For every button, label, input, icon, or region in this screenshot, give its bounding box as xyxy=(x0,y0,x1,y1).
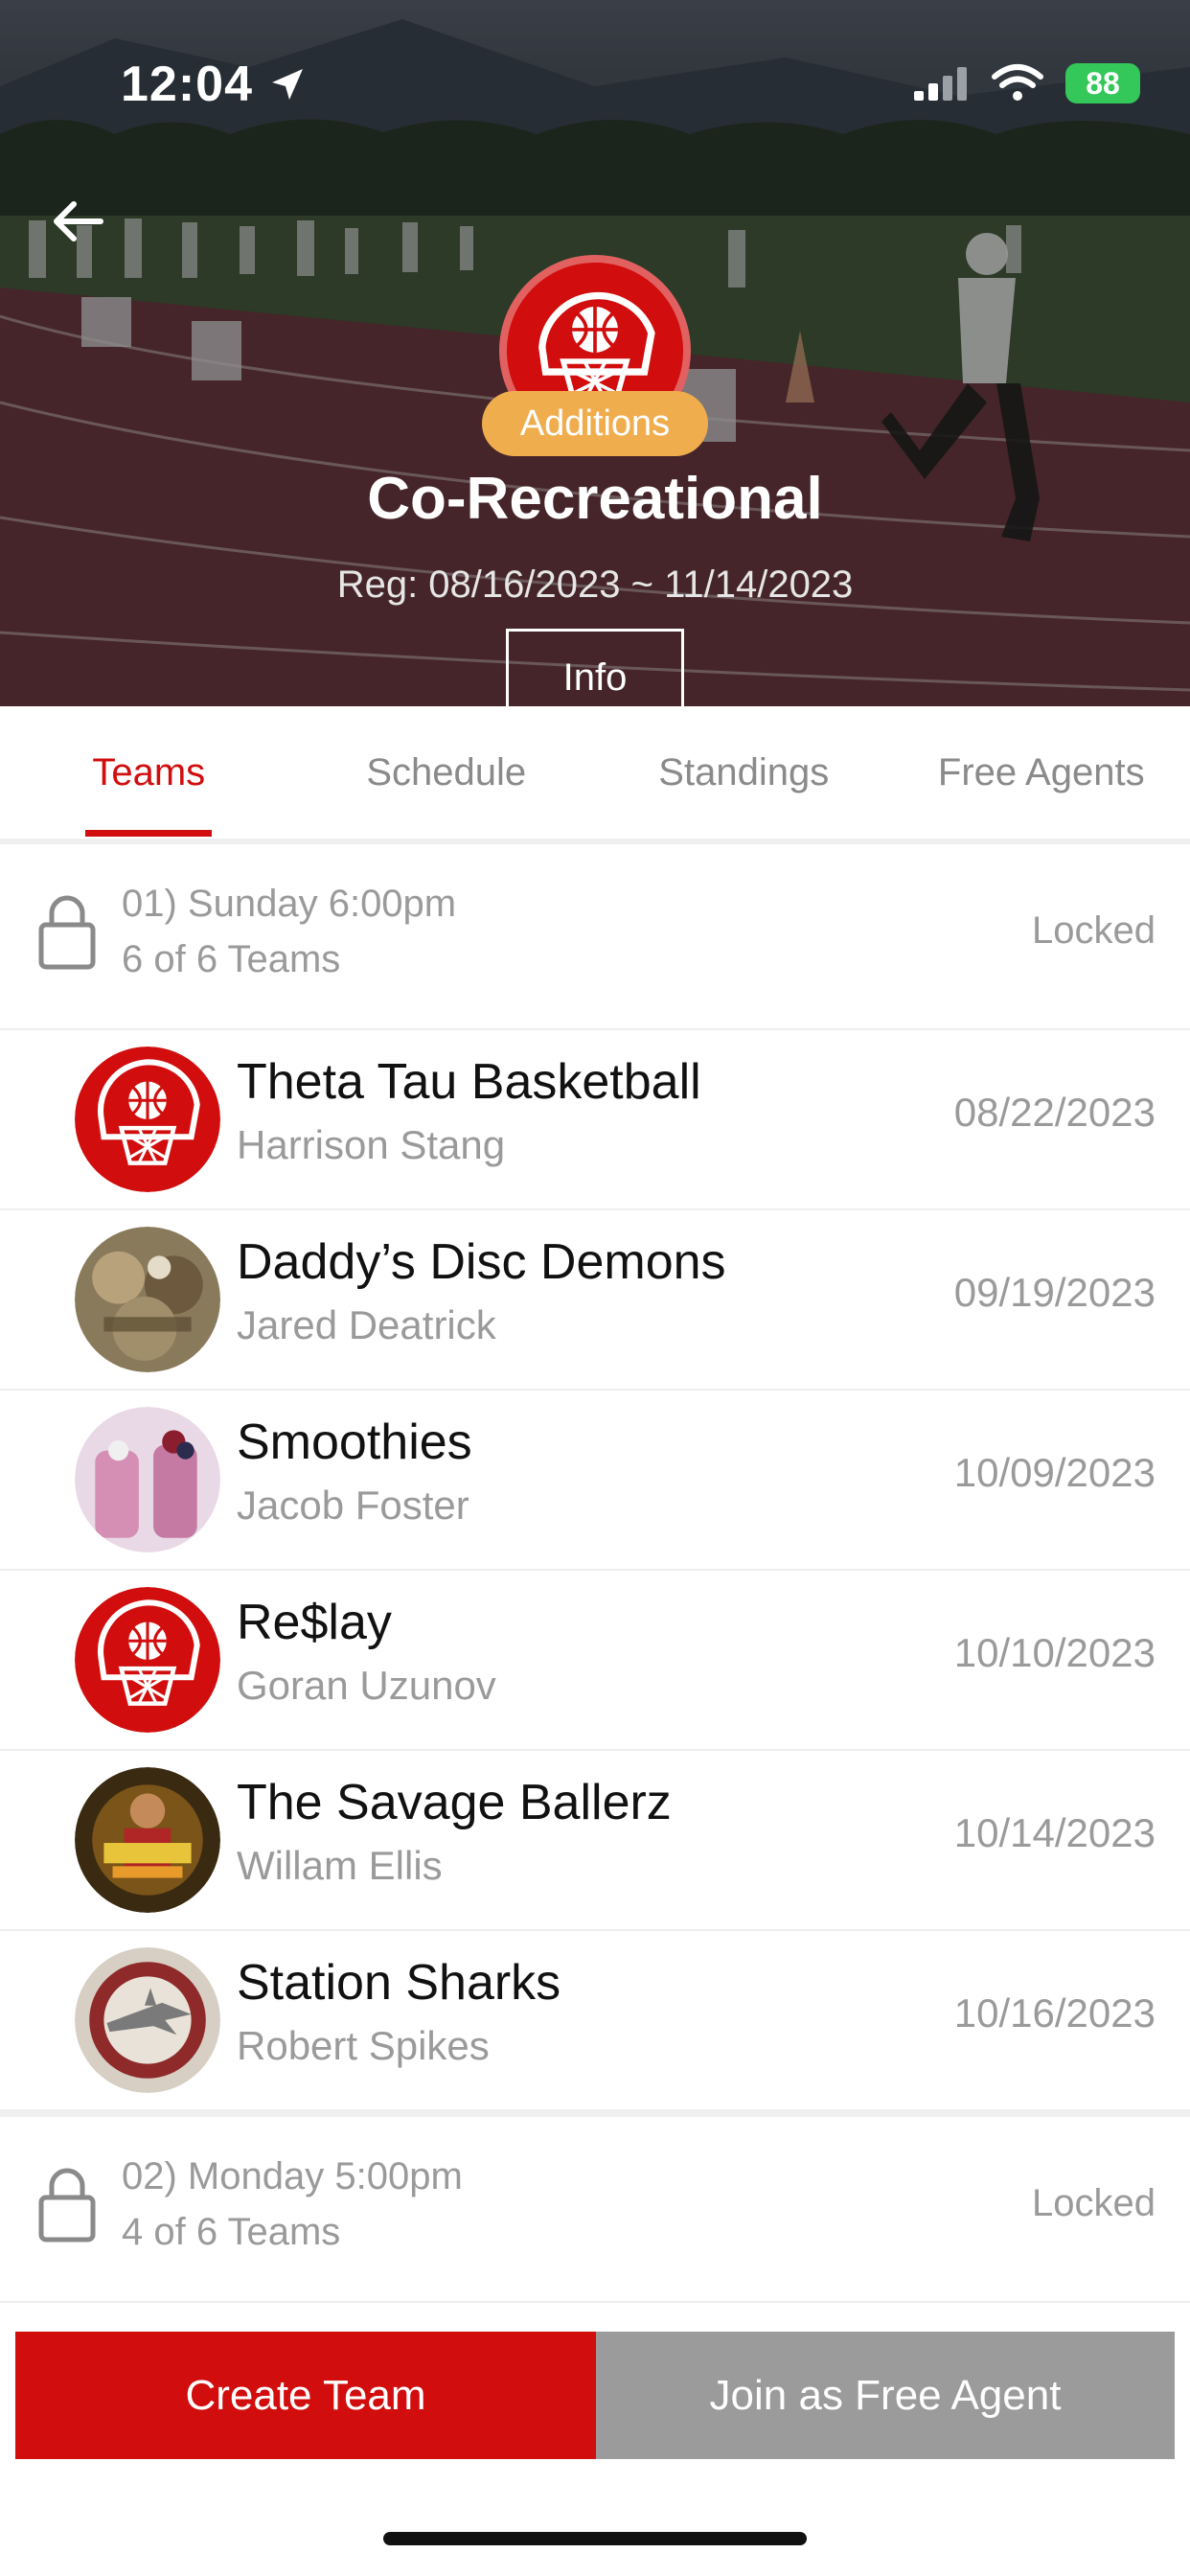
team-avatar xyxy=(75,1046,220,1192)
team-name: The Savage Ballerz xyxy=(237,1775,672,1830)
team-captain: Jacob Foster xyxy=(237,1483,469,1528)
bottom-action-bar: Create Team Join as Free Agent xyxy=(15,2332,1175,2459)
team-photo xyxy=(75,1407,220,1552)
lock-icon xyxy=(38,2168,96,2242)
status-icons: 88 xyxy=(912,63,1140,104)
division-status: Locked xyxy=(1032,909,1156,952)
home-indicator xyxy=(383,2532,807,2545)
team-avatar xyxy=(75,1947,220,2093)
league-header: 12:04 88 Additions Co-Recreational Reg: … xyxy=(0,0,1190,706)
team-date: 10/14/2023 xyxy=(953,1810,1156,1855)
team-photo xyxy=(75,1227,220,1372)
team-avatar xyxy=(75,1407,220,1552)
teams-list: 01) Sunday 6:00pm 6 of 6 Teams Locked Th… xyxy=(0,844,1190,2303)
team-captain: Goran Uzunov xyxy=(237,1663,496,1708)
team-captain: Robert Spikes xyxy=(237,2023,490,2068)
tab-free-agents[interactable]: Free Agents xyxy=(893,706,1190,839)
team-avatar xyxy=(75,1767,220,1913)
team-row[interactable]: Theta Tau Basketball Harrison Stang 08/2… xyxy=(0,1030,1190,1210)
team-name: Re$lay xyxy=(237,1595,392,1650)
status-time: 12:04 xyxy=(121,57,253,112)
team-date: 10/16/2023 xyxy=(953,1990,1156,2036)
division-status: Locked xyxy=(1032,2182,1156,2224)
additions-badge: Additions xyxy=(482,391,708,456)
location-arrow-icon xyxy=(272,69,303,100)
team-date: 10/09/2023 xyxy=(953,1450,1156,1495)
lock-icon xyxy=(38,895,96,970)
division-header[interactable]: 01) Sunday 6:00pm 6 of 6 Teams Locked xyxy=(0,844,1190,1030)
team-row[interactable]: Re$lay Goran Uzunov 10/10/2023 xyxy=(0,1571,1190,1751)
team-name: Daddy’s Disc Demons xyxy=(237,1234,726,1290)
tab-standings[interactable]: Standings xyxy=(595,706,893,839)
team-date: 10/10/2023 xyxy=(953,1630,1156,1675)
tab-teams[interactable]: Teams xyxy=(0,706,298,839)
team-avatar xyxy=(75,1227,220,1372)
league-title: Co-Recreational xyxy=(367,466,823,532)
team-photo xyxy=(75,1947,220,2093)
division-team-count: 6 of 6 Teams xyxy=(122,938,341,980)
division-title: 02) Monday 5:00pm xyxy=(122,2155,463,2197)
team-row[interactable]: Daddy’s Disc Demons Jared Deatrick 09/19… xyxy=(0,1210,1190,1391)
arrow-left-icon xyxy=(54,201,103,242)
team-captain: Harrison Stang xyxy=(237,1122,506,1167)
team-captain: Jared Deatrick xyxy=(237,1302,496,1347)
registration-dates: Reg: 08/16/2023 ~ 11/14/2023 xyxy=(336,564,854,606)
team-row[interactable]: Smoothies Jacob Foster 10/09/2023 xyxy=(0,1391,1190,1571)
wifi-icon xyxy=(992,64,1043,101)
team-row[interactable]: The Savage Ballerz Willam Ellis 10/14/20… xyxy=(0,1751,1190,1931)
back-button[interactable] xyxy=(44,188,111,255)
tab-schedule[interactable]: Schedule xyxy=(298,706,596,839)
team-avatar xyxy=(75,1587,220,1733)
team-captain: Willam Ellis xyxy=(237,1843,443,1888)
team-row[interactable]: Station Sharks Robert Spikes 10/16/2023 xyxy=(0,1931,1190,2111)
team-name: Station Sharks xyxy=(237,1955,561,2011)
team-date: 08/22/2023 xyxy=(953,1090,1156,1135)
tab-bar: Teams Schedule Standings Free Agents xyxy=(0,706,1190,844)
create-team-button[interactable]: Create Team xyxy=(15,2332,596,2459)
cellular-signal-icon xyxy=(914,67,967,101)
join-free-agent-button[interactable]: Join as Free Agent xyxy=(596,2332,1175,2459)
division-title: 01) Sunday 6:00pm xyxy=(122,883,457,925)
division-header[interactable]: 02) Monday 5:00pm 4 of 6 Teams Locked xyxy=(0,2117,1190,2303)
info-button[interactable]: Info xyxy=(506,629,684,706)
battery-indicator: 88 xyxy=(1065,63,1140,104)
team-name: Smoothies xyxy=(237,1414,472,1470)
basketball-hoop-icon xyxy=(75,1587,220,1733)
team-photo xyxy=(75,1767,220,1913)
division-team-count: 4 of 6 Teams xyxy=(122,2211,341,2253)
team-name: Theta Tau Basketball xyxy=(237,1054,701,1110)
team-date: 09/19/2023 xyxy=(953,1270,1156,1315)
basketball-hoop-icon xyxy=(75,1046,220,1192)
